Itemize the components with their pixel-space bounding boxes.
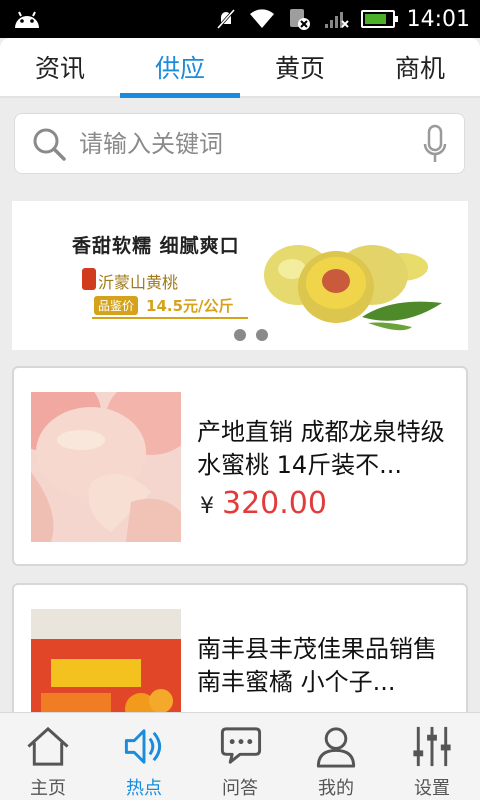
nav-settings[interactable]: 设置 bbox=[384, 713, 480, 800]
android-icon bbox=[15, 11, 39, 28]
product-price: 320.00 bbox=[222, 486, 327, 521]
sim-blocked-icon bbox=[289, 9, 310, 30]
nav-profile-label: 我的 bbox=[318, 778, 354, 799]
speaker-icon bbox=[124, 729, 162, 764]
banner-headline: 香甜软糯 细腻爽口 bbox=[72, 235, 240, 257]
nav-qa-label: 问答 bbox=[222, 778, 258, 799]
product-card[interactable]: 产地直销 成都龙泉特级水蜜桃 14斤装不... ¥ 320.00 bbox=[12, 366, 468, 566]
banner-price-label: 品鉴价 bbox=[94, 296, 139, 315]
nav-settings-label: 设置 bbox=[414, 778, 450, 799]
banner-price-line: 品鉴价 14.5元/公斤 bbox=[94, 295, 234, 316]
tab-supply[interactable]: 供应 bbox=[120, 38, 240, 98]
product-price-row: ¥ 320.00 bbox=[200, 486, 327, 521]
currency-symbol: ¥ bbox=[200, 494, 214, 519]
banner-underline bbox=[92, 317, 248, 319]
promo-banner[interactable]: 香甜软糯 细腻爽口 沂蒙山黄桃 品鉴价 14.5元/公斤 bbox=[12, 201, 468, 350]
status-bar: 14:01 bbox=[0, 0, 480, 38]
nav-qa[interactable]: 问答 bbox=[192, 713, 288, 800]
battery-icon bbox=[360, 10, 398, 28]
clock: 14:01 bbox=[406, 6, 470, 32]
tab-business[interactable]: 商机 bbox=[360, 38, 480, 96]
chat-icon bbox=[220, 727, 262, 764]
banner-tag-icon bbox=[82, 268, 96, 290]
settings-sliders-icon bbox=[413, 726, 451, 767]
nav-home-label: 主页 bbox=[30, 778, 66, 799]
product-title: 产地直销 成都龙泉特级水蜜桃 14斤装不... bbox=[197, 418, 445, 479]
search-bar bbox=[14, 113, 465, 174]
nav-profile[interactable]: 我的 bbox=[288, 713, 384, 800]
nav-home[interactable]: 主页 bbox=[0, 713, 96, 800]
carousel-dot[interactable] bbox=[256, 329, 268, 341]
nav-hot-label: 热点 bbox=[126, 778, 162, 799]
tab-yellow-pages[interactable]: 黄页 bbox=[240, 38, 360, 96]
top-tabs: 资讯 供应 黄页 商机 bbox=[0, 38, 480, 98]
signal-icon bbox=[324, 12, 349, 28]
mute-icon bbox=[216, 9, 235, 29]
product-image-peach bbox=[31, 392, 181, 542]
search-input[interactable] bbox=[79, 129, 422, 158]
nav-hot[interactable]: 热点 bbox=[96, 713, 192, 800]
bottom-navigation: 主页 热点 问答 我的 设置 bbox=[0, 712, 480, 800]
search-icon[interactable] bbox=[31, 126, 67, 162]
carousel-dots bbox=[234, 329, 268, 341]
user-icon bbox=[316, 727, 356, 768]
yellow-peach-image bbox=[264, 245, 442, 331]
home-icon bbox=[27, 726, 69, 766]
product-title: 南丰县丰茂佳果品销售南丰蜜橘 小个子... bbox=[197, 635, 437, 696]
carousel-dot[interactable] bbox=[234, 329, 246, 341]
banner-price: 14.5元/公斤 bbox=[146, 297, 234, 315]
tab-news[interactable]: 资讯 bbox=[0, 38, 120, 96]
banner-product: 沂蒙山黄桃 bbox=[98, 273, 179, 292]
microphone-icon[interactable] bbox=[422, 124, 448, 164]
wifi-icon bbox=[249, 9, 274, 28]
